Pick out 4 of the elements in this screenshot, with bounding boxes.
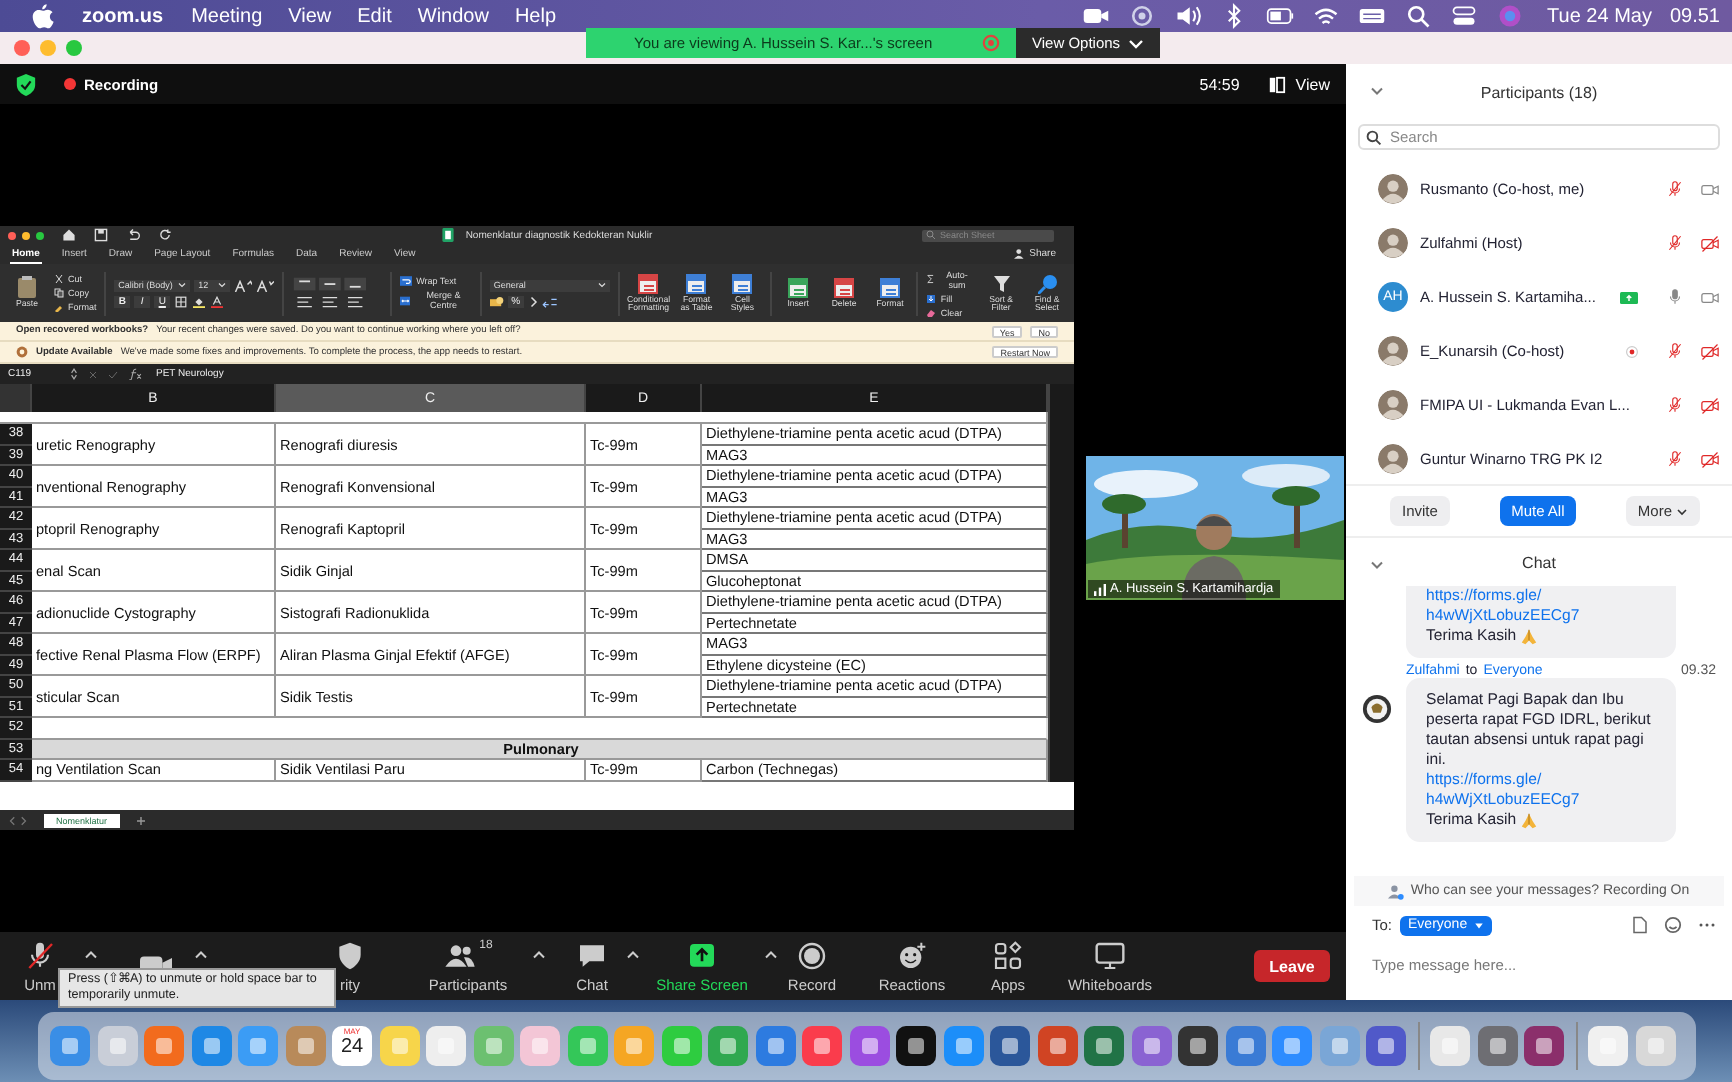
calendar-day: 24 — [340, 1036, 364, 1060]
panel-title: Chat — [1522, 553, 1556, 571]
panel-title: Participants (18) — [1480, 83, 1598, 101]
meeting-timer: 54:59 — [1199, 75, 1240, 93]
